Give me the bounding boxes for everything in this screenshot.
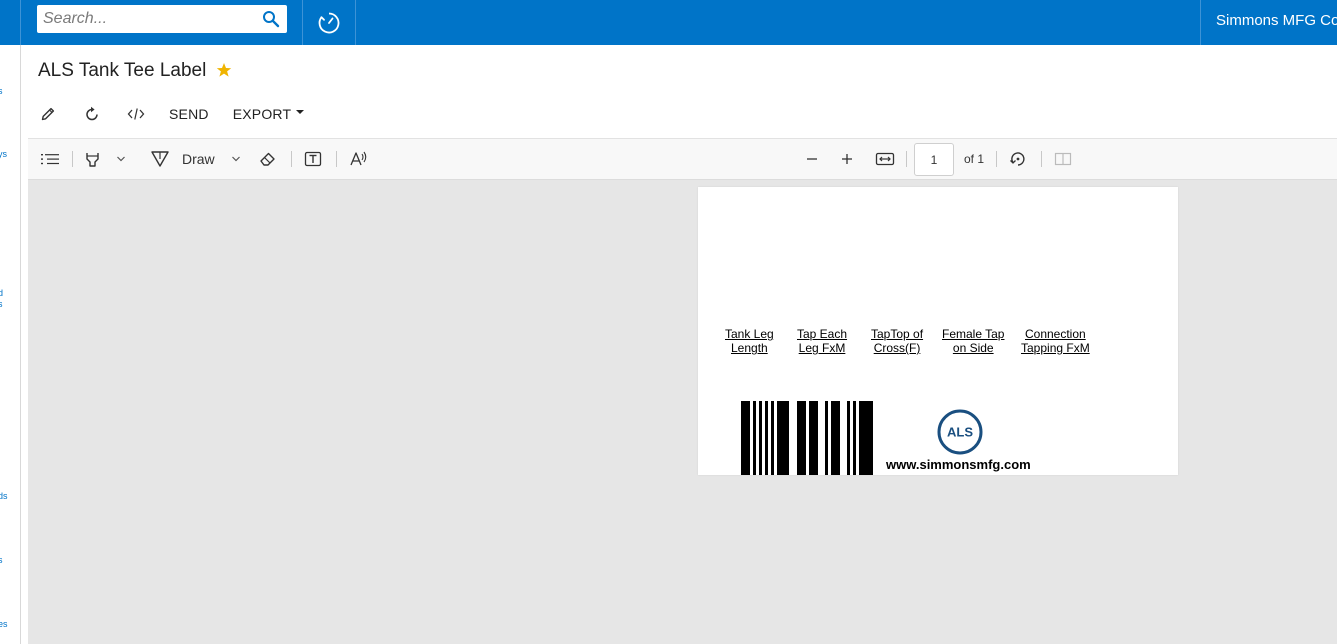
nav-item[interactable]: s (0, 86, 3, 96)
column-header-line: Cross(F) (873, 341, 921, 355)
send-label: SEND (169, 106, 209, 122)
export-label: EXPORT (232, 106, 292, 122)
text-box-icon (304, 151, 322, 167)
barcode (741, 401, 873, 475)
nav-item[interactable]: d (0, 288, 3, 298)
search-input[interactable] (37, 6, 257, 32)
column-header-line: Length (731, 341, 768, 355)
page-view-button[interactable] (1054, 149, 1072, 169)
chevron-down-icon[interactable] (116, 155, 126, 163)
svg-text:ALS: ALS (947, 425, 973, 440)
draw-button[interactable]: Draw (150, 149, 241, 169)
column-header-line: Tapping FxM (1021, 341, 1090, 355)
column-header-line: Tap Each (797, 327, 848, 341)
column-header-line: Connection (1024, 327, 1086, 341)
pen-icon (151, 151, 169, 167)
nav-item[interactable]: ds (0, 491, 8, 501)
highlighter-icon (86, 153, 99, 167)
zoom-out-button[interactable] (804, 149, 820, 169)
export-button[interactable]: EXPORT (233, 106, 305, 122)
divider (906, 151, 907, 167)
source-button[interactable] (125, 103, 147, 125)
refresh-icon (86, 106, 98, 121)
nav-item[interactable]: s (0, 555, 3, 565)
minus-icon (807, 158, 817, 160)
column-header-line: Leg FxM (798, 341, 846, 355)
website-text: www.simmonsmfg.com (886, 457, 1031, 472)
column-header: Tank Leg Length (725, 327, 774, 355)
divider (355, 0, 356, 45)
edit-button[interactable] (37, 103, 59, 125)
column-header-line: Tank Leg (725, 327, 774, 341)
label-page: Tank Leg Length Tap Each Leg FxM TapTop … (698, 187, 1178, 475)
chevron-down-icon[interactable] (231, 155, 241, 163)
column-header: TapTop of Cross(F) (871, 327, 923, 355)
read-aloud-button[interactable] (349, 149, 369, 169)
page-title: ALS Tank Tee Label (38, 60, 207, 81)
column-header-line: on Side (952, 341, 994, 355)
highlight-button[interactable] (84, 149, 126, 169)
send-button[interactable]: SEND (169, 106, 209, 122)
column-header: Connection Tapping FxM (1021, 327, 1090, 355)
timer-icon (318, 12, 340, 33)
top-bar: Simmons MFG Co (0, 0, 1337, 45)
fit-width-icon (875, 152, 895, 166)
action-bar: SEND EXPORT (37, 100, 328, 128)
eraser-icon (260, 152, 275, 166)
rotate-icon (1010, 152, 1025, 166)
menu-strip[interactable] (0, 0, 21, 45)
divider (72, 151, 73, 167)
column-header: Tap Each Leg FxM (797, 327, 847, 355)
erase-button[interactable] (259, 149, 277, 169)
zoom-in-button[interactable] (839, 149, 855, 169)
divider (1041, 151, 1042, 167)
divider (291, 151, 292, 167)
fit-width-button[interactable] (875, 149, 895, 169)
draw-label: Draw (182, 151, 215, 167)
refresh-button[interactable] (81, 103, 103, 125)
page-total: of 1 (964, 152, 985, 166)
plus-icon (842, 154, 852, 164)
two-page-icon (1054, 152, 1072, 166)
column-header-line: TapTop of (871, 327, 924, 341)
outline-button[interactable] (40, 149, 60, 169)
nav-item[interactable]: es (0, 619, 8, 629)
favorite-star-icon[interactable] (216, 62, 232, 78)
divider (336, 151, 337, 167)
code-icon (127, 108, 145, 120)
pencil-icon (41, 107, 55, 121)
timer-button[interactable] (303, 0, 355, 45)
rotate-button[interactable] (1009, 149, 1027, 169)
divider (996, 151, 997, 167)
read-aloud-icon (350, 151, 367, 166)
pdf-viewer-toolbar: Draw (28, 138, 1337, 180)
text-box-button[interactable] (304, 149, 322, 169)
list-icon (41, 154, 59, 165)
nav-item[interactable]: s (0, 299, 3, 309)
column-header: Female Tap on Side (942, 327, 1004, 355)
search-icon[interactable] (262, 10, 280, 28)
chevron-down-icon (296, 110, 305, 114)
als-logo: ALS (937, 409, 983, 455)
left-nav: s ys d s ds s es (0, 45, 21, 644)
company-selector[interactable]: Simmons MFG Co (1201, 0, 1337, 45)
search-box[interactable] (37, 5, 287, 33)
nav-item[interactable]: ys (0, 149, 7, 159)
column-header-line: Female Tap (942, 327, 1005, 341)
page-number-input[interactable] (914, 143, 954, 176)
